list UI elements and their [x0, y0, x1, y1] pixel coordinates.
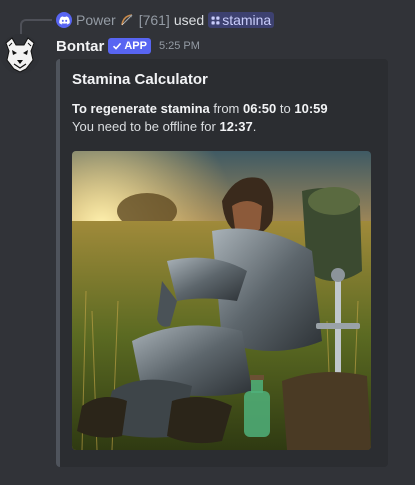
message-header: Bontar APP 5:25 PM: [56, 36, 200, 56]
timestamp[interactable]: 5:25 PM: [159, 40, 200, 52]
embed-description: To regenerate stamina from 06:50 to 10:5…: [72, 100, 372, 136]
discord-icon: [56, 12, 72, 28]
tired-knight-illustration: [72, 151, 371, 450]
embed-line-1: To regenerate stamina from 06:50 to 10:5…: [72, 100, 372, 118]
regen-label: To regenerate stamina: [72, 101, 210, 116]
author-name[interactable]: Bontar: [56, 38, 104, 55]
hunting-bow-icon: [120, 13, 135, 28]
command-name: stamina: [222, 12, 272, 28]
app-badge: APP: [108, 38, 151, 54]
command-icon: [211, 16, 220, 24]
app-badge-label: APP: [124, 40, 147, 52]
embed: Stamina Calculator To regenerate stamina…: [56, 59, 388, 467]
embed-line-2: You need to be offline for 12:37.: [72, 118, 372, 136]
reply-username[interactable]: Power: [76, 12, 116, 28]
reply-tag: [761]: [138, 12, 170, 28]
reply-context[interactable]: Power [761] used stamina: [56, 11, 275, 29]
embed-title: Stamina Calculator: [72, 71, 208, 88]
reply-connector: [20, 19, 52, 35]
avatar[interactable]: [0, 34, 40, 74]
from-time: 06:50: [243, 101, 277, 116]
to-word: to: [279, 101, 291, 116]
embed-image[interactable]: [72, 151, 371, 450]
from-word: from: [213, 101, 240, 116]
to-time: 10:59: [294, 101, 328, 116]
bear-head-icon: [0, 34, 40, 74]
period: .: [252, 119, 257, 134]
slash-command[interactable]: stamina: [208, 12, 275, 28]
offline-label: You need to be offline for: [72, 119, 216, 134]
offline-duration: 12:37: [219, 119, 253, 134]
reply-used-label: used: [173, 12, 205, 28]
checkmark-icon: [113, 42, 122, 50]
